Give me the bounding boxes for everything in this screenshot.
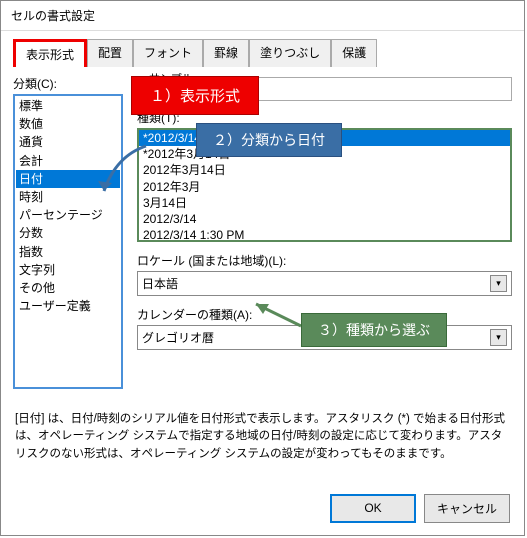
tab-protection[interactable]: 保護 — [331, 39, 377, 67]
tab-alignment[interactable]: 配置 — [87, 39, 133, 67]
type-item[interactable]: 2012/3/14 — [139, 211, 510, 227]
dialog-content: 表示形式 配置 フォント 罫線 塗りつぶし 保護 １）表示形式 ２）分類から日付… — [1, 31, 524, 471]
type-item[interactable]: 2012年3月14日 — [139, 162, 510, 178]
category-item-special[interactable]: その他 — [16, 279, 120, 297]
locale-value: 日本語 — [142, 275, 178, 292]
description-text: [日付] は、日付/時刻のシリアル値を日付形式で表示します。アスタリスク (*)… — [13, 411, 512, 463]
category-item-percentage[interactable]: パーセンテージ — [16, 206, 120, 224]
type-item[interactable]: 2012年3月 — [139, 179, 510, 195]
category-item-scientific[interactable]: 指数 — [16, 243, 120, 261]
tab-border[interactable]: 罫線 — [203, 39, 249, 67]
category-listbox[interactable]: 標準 数値 通貨 会計 日付 時刻 パーセンテージ 分数 指数 文字列 その他 … — [13, 94, 123, 389]
type-item[interactable]: 2012/3/14 1:30 PM — [139, 227, 510, 242]
category-item-number[interactable]: 数値 — [16, 115, 120, 133]
category-item-standard[interactable]: 標準 — [16, 97, 120, 115]
format-cells-dialog: セルの書式設定 表示形式 配置 フォント 罫線 塗りつぶし 保護 １）表示形式 … — [0, 0, 525, 536]
annotation-step1: １）表示形式 — [131, 76, 259, 115]
dialog-buttons: OK キャンセル — [330, 494, 510, 523]
calendar-value: グレゴリオ暦 — [142, 329, 214, 346]
category-item-time[interactable]: 時刻 — [16, 188, 120, 206]
annotation-step3: ３）種類から選ぶ — [301, 313, 447, 347]
tab-fill[interactable]: 塗りつぶし — [249, 39, 331, 67]
locale-label: ロケール (国または地域)(L): — [137, 252, 512, 269]
chevron-down-icon[interactable]: ▾ — [490, 275, 507, 292]
type-item[interactable]: 3月14日 — [139, 195, 510, 211]
category-item-custom[interactable]: ユーザー定義 — [16, 297, 120, 315]
annotation-step2: ２）分類から日付 — [196, 123, 342, 157]
ok-button[interactable]: OK — [330, 494, 416, 523]
dialog-title: セルの書式設定 — [1, 1, 524, 31]
tab-font[interactable]: フォント — [133, 39, 203, 67]
tab-number-format[interactable]: 表示形式 — [13, 39, 87, 67]
category-item-fraction[interactable]: 分数 — [16, 224, 120, 242]
category-item-date[interactable]: 日付 — [16, 170, 120, 188]
category-label: 分類(C): — [13, 75, 123, 92]
category-item-accounting[interactable]: 会計 — [16, 152, 120, 170]
tab-strip: 表示形式 配置 フォント 罫線 塗りつぶし 保護 — [13, 39, 512, 67]
locale-combobox[interactable]: 日本語 ▾ — [137, 271, 512, 296]
category-item-currency[interactable]: 通貨 — [16, 133, 120, 151]
chevron-down-icon[interactable]: ▾ — [490, 329, 507, 346]
category-item-text[interactable]: 文字列 — [16, 261, 120, 279]
cancel-button[interactable]: キャンセル — [424, 494, 510, 523]
